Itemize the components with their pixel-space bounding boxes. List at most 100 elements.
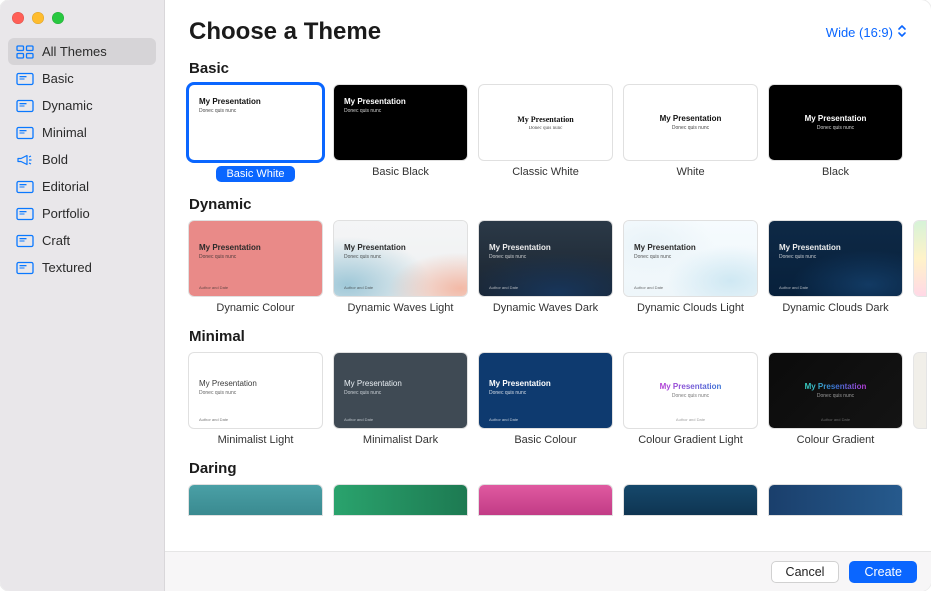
theme-dynamic-waves-light[interactable]: My Presentation Donec quis nunc Author a… [334, 221, 467, 314]
theme-caption: Basic Colour [514, 434, 576, 446]
theme-thumbnail[interactable] [479, 485, 612, 515]
theme-colour-gradient-light[interactable]: My Presentation Donec quis nunc Author a… [624, 353, 757, 446]
minimize-window-button[interactable] [32, 12, 44, 24]
theme-thumbnail: My Presentation Donec quis nunc Author a… [624, 221, 757, 296]
window-controls [0, 6, 164, 38]
slide-icon [16, 207, 34, 221]
theme-caption: Dynamic Colour [216, 302, 294, 314]
theme-thumbnail: My Presentation Donec quis nunc Author a… [189, 221, 322, 296]
theme-scroll-area[interactable]: Basic My Presentation Donec quis nunc Ba… [165, 54, 931, 551]
theme-thumbnail[interactable] [624, 485, 757, 515]
slide-icon [16, 126, 34, 140]
theme-caption: Basic White [216, 166, 294, 182]
theme-grid-dynamic: My Presentation Donec quis nunc Author a… [189, 221, 931, 314]
theme-basic-black[interactable]: My Presentation Donec quis nunc Basic Bl… [334, 85, 467, 182]
section-title: Dynamic [189, 196, 931, 213]
zoom-window-button[interactable] [52, 12, 64, 24]
sidebar-item-label: Editorial [42, 179, 89, 194]
theme-caption: Colour Gradient [797, 434, 875, 446]
section-title: Daring [189, 460, 931, 477]
sidebar-item-minimal[interactable]: Minimal [8, 119, 156, 146]
theme-thumbnail: My Presentation Donec quis nunc [769, 85, 902, 160]
sidebar-item-textured[interactable]: Textured [8, 254, 156, 281]
theme-thumbnail[interactable] [334, 485, 467, 515]
sidebar-item-portfolio[interactable]: Portfolio [8, 200, 156, 227]
sidebar-item-label: Minimal [42, 125, 87, 140]
main-area: Choose a Theme Wide (16:9) Basic My P [165, 0, 931, 591]
theme-thumbnail[interactable] [189, 485, 322, 515]
main-header: Choose a Theme Wide (16:9) [165, 0, 931, 54]
theme-basic-colour[interactable]: My Presentation Donec quis nunc Author a… [479, 353, 612, 446]
theme-basic-white[interactable]: My Presentation Donec quis nunc Basic Wh… [189, 85, 322, 182]
theme-thumbnail: My Presentation Donec quis nunc [334, 85, 467, 160]
theme-thumbnail: My Presentation Donec quis nunc Author a… [769, 221, 902, 296]
slide-icon [16, 261, 34, 275]
sidebar-item-bold[interactable]: Bold [8, 146, 156, 173]
section-minimal: Minimal My Presentation Donec quis nunc … [189, 328, 931, 446]
cancel-button[interactable]: Cancel [771, 561, 840, 583]
section-daring: Daring [189, 460, 931, 515]
sidebar-item-label: Portfolio [42, 206, 90, 221]
grid-icon [16, 45, 34, 59]
theme-white[interactable]: My Presentation Donec quis nunc White [624, 85, 757, 182]
theme-thumbnail: My Presentation Donec quis nunc Author a… [334, 353, 467, 428]
theme-grid-minimal: My Presentation Donec quis nunc Author a… [189, 353, 931, 446]
megaphone-icon [16, 153, 34, 167]
sidebar-item-craft[interactable]: Craft [8, 227, 156, 254]
theme-caption: Dynamic Waves Dark [493, 302, 598, 314]
sidebar-item-dynamic[interactable]: Dynamic [8, 92, 156, 119]
theme-thumbnail: My Presentation Donec quis nunc [479, 85, 612, 160]
close-window-button[interactable] [12, 12, 24, 24]
theme-peek-next[interactable] [914, 221, 926, 296]
theme-caption: Basic Black [372, 166, 429, 178]
sidebar-list: All Themes Basic Dynamic [0, 38, 164, 281]
theme-chooser-window: All Themes Basic Dynamic [0, 0, 931, 591]
aspect-ratio-dropdown[interactable]: Wide (16:9) [826, 24, 907, 41]
theme-thumbnail: My Presentation Donec quis nunc [624, 85, 757, 160]
sidebar: All Themes Basic Dynamic [0, 0, 165, 591]
theme-caption: Dynamic Clouds Light [637, 302, 744, 314]
theme-caption: Classic White [512, 166, 579, 178]
theme-dynamic-waves-dark[interactable]: My Presentation Donec quis nunc Author a… [479, 221, 612, 314]
theme-caption: Black [822, 166, 849, 178]
theme-thumbnail[interactable] [769, 485, 902, 515]
theme-thumbnail: My Presentation Donec quis nunc [189, 85, 322, 160]
theme-dynamic-colour[interactable]: My Presentation Donec quis nunc Author a… [189, 221, 322, 314]
theme-minimalist-dark[interactable]: My Presentation Donec quis nunc Author a… [334, 353, 467, 446]
slide-icon [16, 99, 34, 113]
theme-peek-next[interactable] [914, 353, 926, 428]
section-title: Minimal [189, 328, 931, 345]
chevron-up-down-icon [897, 24, 907, 41]
theme-caption: White [676, 166, 704, 178]
section-title: Basic [189, 60, 931, 77]
sidebar-item-all-themes[interactable]: All Themes [8, 38, 156, 65]
sidebar-item-label: Dynamic [42, 98, 93, 113]
theme-dynamic-clouds-light[interactable]: My Presentation Donec quis nunc Author a… [624, 221, 757, 314]
theme-dynamic-clouds-dark[interactable]: My Presentation Donec quis nunc Author a… [769, 221, 902, 314]
theme-thumbnail: My Presentation Donec quis nunc Author a… [769, 353, 902, 428]
theme-caption: Dynamic Clouds Dark [782, 302, 888, 314]
section-basic: Basic My Presentation Donec quis nunc Ba… [189, 60, 931, 182]
sidebar-item-editorial[interactable]: Editorial [8, 173, 156, 200]
dialog-footer: Cancel Create [165, 551, 931, 591]
window-body: All Themes Basic Dynamic [0, 0, 931, 591]
page-title: Choose a Theme [189, 18, 381, 46]
sidebar-item-label: Bold [42, 152, 68, 167]
sidebar-item-basic[interactable]: Basic [8, 65, 156, 92]
theme-classic-white[interactable]: My Presentation Donec quis nunc Classic … [479, 85, 612, 182]
create-button[interactable]: Create [849, 561, 917, 583]
sidebar-item-label: Textured [42, 260, 92, 275]
theme-caption: Colour Gradient Light [638, 434, 743, 446]
theme-thumbnail: My Presentation Donec quis nunc Author a… [479, 353, 612, 428]
theme-colour-gradient[interactable]: My Presentation Donec quis nunc Author a… [769, 353, 902, 446]
theme-thumbnail: My Presentation Donec quis nunc Author a… [479, 221, 612, 296]
theme-black[interactable]: My Presentation Donec quis nunc Black [769, 85, 902, 182]
theme-caption: Minimalist Light [218, 434, 294, 446]
theme-caption: Dynamic Waves Light [348, 302, 454, 314]
slide-icon [16, 234, 34, 248]
theme-thumbnail: My Presentation Donec quis nunc Author a… [334, 221, 467, 296]
theme-minimalist-light[interactable]: My Presentation Donec quis nunc Author a… [189, 353, 322, 446]
theme-grid-basic: My Presentation Donec quis nunc Basic Wh… [189, 85, 931, 182]
theme-thumbnail: My Presentation Donec quis nunc Author a… [624, 353, 757, 428]
theme-thumbnail: My Presentation Donec quis nunc Author a… [189, 353, 322, 428]
